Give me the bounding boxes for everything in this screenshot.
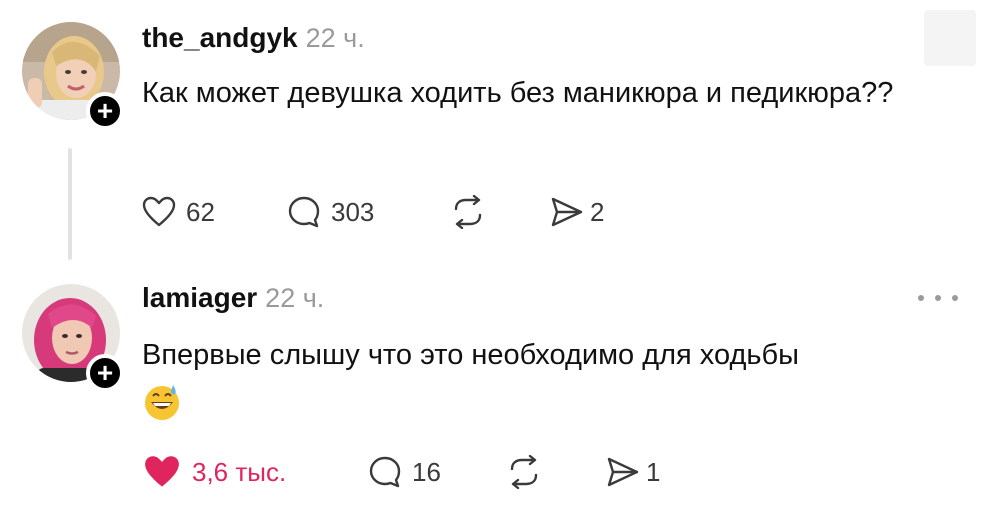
post-text: Впервые слышу что это необходимо для ход… <box>142 332 942 424</box>
send-icon <box>551 197 583 227</box>
post-text: Как может девушка ходить без маникюра и … <box>142 77 894 109</box>
repost-icon <box>510 455 538 489</box>
like-button[interactable]: 3,6 тыс. <box>142 452 286 492</box>
send-icon <box>607 457 639 487</box>
comment-count: 303 <box>331 196 375 227</box>
comment-button[interactable]: 303 <box>287 192 374 232</box>
username[interactable]: lamiager <box>142 282 257 313</box>
repost-button[interactable] <box>450 192 486 232</box>
dot-icon <box>952 295 958 301</box>
follow-button[interactable]: + <box>86 354 124 392</box>
comment-bubble-icon <box>288 196 320 228</box>
post-text-content: Впервые слышу что это необходимо для ход… <box>142 339 799 371</box>
share-button[interactable]: 1 <box>606 452 660 492</box>
grinning-sweat-emoji-icon <box>145 385 179 421</box>
corner-shade <box>924 10 976 66</box>
repost-icon <box>454 195 482 229</box>
follow-button[interactable]: + <box>86 92 124 130</box>
comment-button[interactable]: 16 <box>368 452 441 492</box>
share-count: 1 <box>646 456 661 487</box>
like-count: 62 <box>186 196 215 227</box>
comment-bubble-icon <box>369 456 401 488</box>
post-header: the_andgyk 22 ч. <box>142 22 365 54</box>
username[interactable]: the_andgyk <box>142 22 298 53</box>
more-options-button[interactable] <box>918 288 958 308</box>
post-time: 22 ч. <box>305 23 365 53</box>
dot-icon <box>918 295 924 301</box>
like-button[interactable]: 62 <box>142 192 215 232</box>
post: + lamiager 22 ч. Впервые слышу что это не… <box>0 270 1000 506</box>
post-time: 22 ч. <box>265 283 325 313</box>
repost-button[interactable] <box>506 452 542 492</box>
heart-filled-icon <box>145 456 179 487</box>
dot-icon <box>935 295 941 301</box>
thread-line <box>68 148 72 260</box>
comment-count: 16 <box>412 456 441 487</box>
post: + the_andgyk 22 ч. Как может девушка ходи… <box>0 0 1000 270</box>
post-header: lamiager 22 ч. <box>142 282 324 314</box>
share-button[interactable]: 2 <box>550 192 604 232</box>
share-count: 2 <box>590 196 605 227</box>
heart-outline-icon <box>142 196 176 227</box>
like-count: 3,6 тыс. <box>192 456 287 487</box>
